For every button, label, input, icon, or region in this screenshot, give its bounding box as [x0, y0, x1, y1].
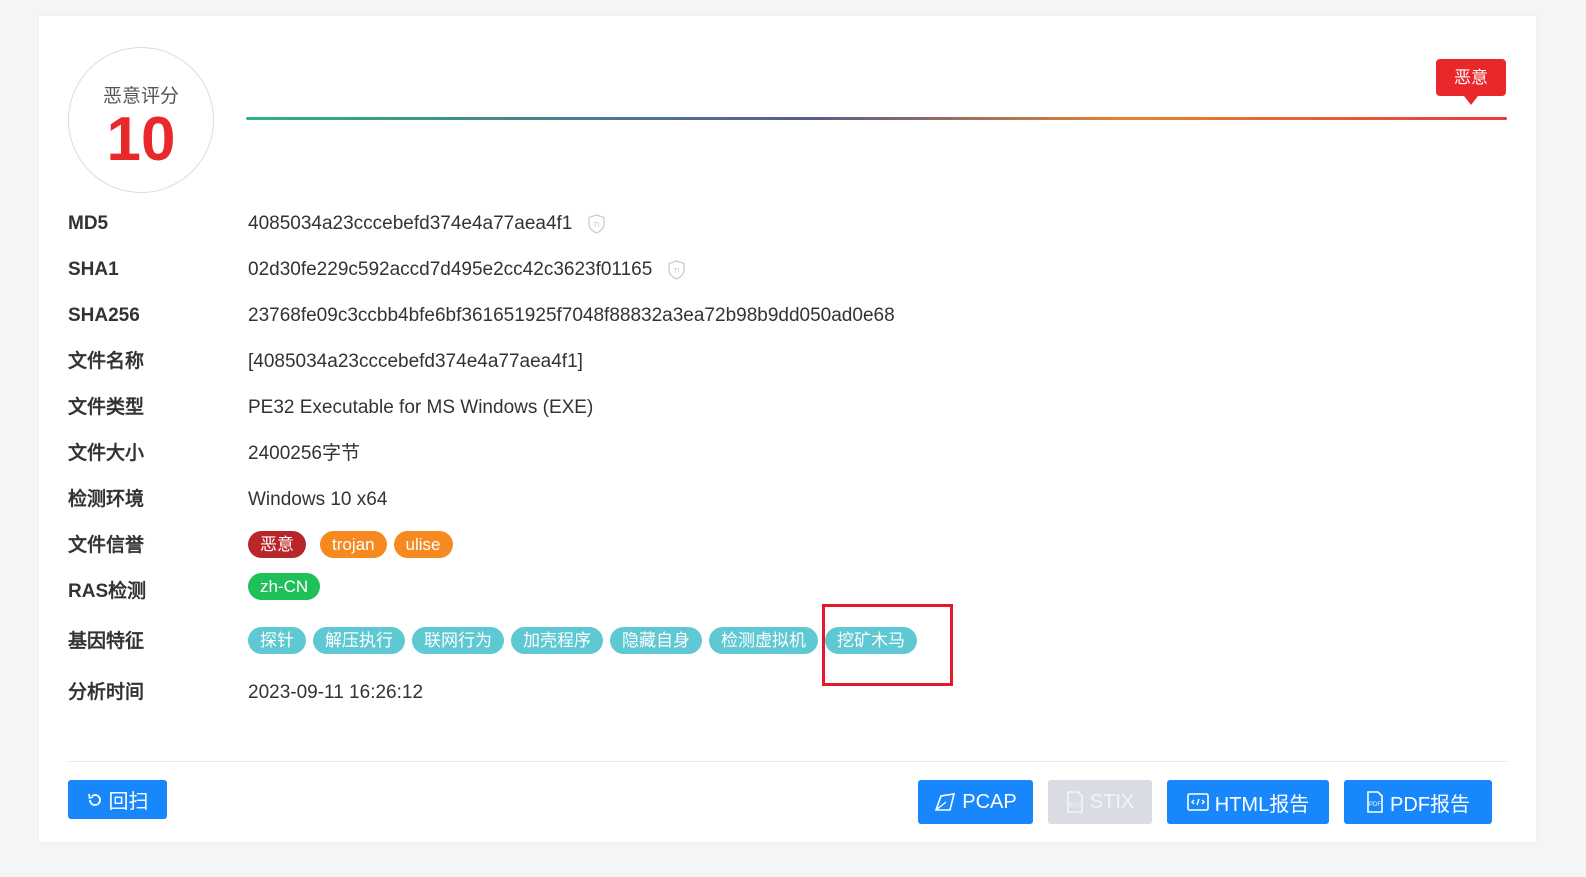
verdict-marker: 恶意	[1436, 59, 1506, 105]
reputation-tag: 恶意	[248, 531, 306, 558]
reputation-tag: trojan	[320, 531, 387, 558]
gene-tag: 解压执行	[313, 627, 405, 654]
analysis-time-key: 分析时间	[68, 682, 145, 703]
filename-key: 文件名称	[68, 351, 145, 372]
stix-button[interactable]: STIX STIX	[1048, 780, 1152, 824]
pdf-report-button[interactable]: PDF PDF报告	[1344, 780, 1492, 824]
reputation-tag: ulise	[393, 531, 453, 558]
md5-value-wrap: 4085034a23cccebefd374e4a77aea4f1 TI	[248, 209, 606, 239]
svg-text:PDF: PDF	[1369, 802, 1381, 808]
reputation-key: 文件信誉	[68, 535, 145, 556]
env-key: 检测环境	[68, 489, 145, 510]
pcap-button[interactable]: PCAP	[918, 780, 1033, 824]
html-file-icon	[1186, 792, 1209, 812]
score-circle: 恶意评分 10	[68, 47, 214, 193]
stix-file-icon: STIX	[1066, 791, 1084, 813]
pdf-report-label: PDF报告	[1390, 793, 1470, 816]
filename-value: [4085034a23cccebefd374e4a77aea4f1]	[248, 351, 583, 372]
ras-key: RAS检测	[68, 581, 147, 602]
env-value: Windows 10 x64	[248, 489, 388, 510]
score-value: 10	[106, 105, 176, 174]
stix-label: STIX	[1089, 790, 1135, 813]
gene-tag: 隐藏自身	[610, 627, 702, 654]
rescan-button[interactable]: 回扫	[68, 780, 167, 819]
divider	[68, 761, 1507, 762]
pcap-icon	[934, 792, 956, 812]
sha1-value-wrap: 02d30fe229c592accd7d495e2cc42c3623f01165…	[248, 255, 685, 285]
reputation-tags: 恶意 trojan ulise	[248, 531, 453, 558]
gene-tag: 加壳程序	[511, 627, 603, 654]
genes-key: 基因特征	[68, 631, 145, 652]
report-card: 恶意评分 10 恶意 MD5 4085034a23cccebefd374e4a7…	[39, 16, 1536, 842]
ti-shield-icon[interactable]: TI	[668, 260, 685, 280]
pcap-label: PCAP	[962, 790, 1017, 813]
pdf-file-icon: PDF	[1366, 791, 1384, 813]
ras-tag: zh-CN	[248, 573, 321, 600]
refresh-icon	[87, 792, 103, 808]
filetype-key: 文件类型	[68, 397, 145, 418]
html-report-label: HTML报告	[1214, 793, 1310, 816]
filetype-value: PE32 Executable for MS Windows (EXE)	[248, 397, 594, 418]
score-label: 恶意评分	[102, 86, 179, 107]
sha256-value: 23768fe09c3ccbb4bfe6bf361651925f7048f888…	[248, 305, 895, 326]
svg-text:TI: TI	[594, 222, 600, 229]
gene-tags: 探针 解压执行 联网行为 加壳程序 隐藏自身 检测虚拟机 挖矿木马	[248, 627, 917, 654]
score-gradient-bar	[246, 117, 1507, 120]
svg-text:TI: TI	[674, 268, 680, 275]
filesize-key: 文件大小	[68, 443, 145, 464]
analysis-time-value: 2023-09-11 16:26:12	[248, 682, 424, 703]
gene-tag: 联网行为	[412, 627, 504, 654]
filesize-value: 2400256字节	[248, 443, 360, 464]
ti-shield-icon[interactable]: TI	[588, 214, 606, 234]
gene-tag: 探针	[248, 627, 306, 654]
gene-tag: 检测虚拟机	[709, 627, 818, 654]
gene-tag: 挖矿木马	[825, 627, 917, 654]
md5-key: MD5	[68, 213, 109, 234]
html-report-button[interactable]: HTML报告	[1167, 780, 1329, 824]
rescan-label: 回扫	[108, 791, 149, 813]
sha256-key: SHA256	[68, 305, 140, 326]
md5-value: 4085034a23cccebefd374e4a77aea4f1	[248, 213, 573, 234]
ras-tags: zh-CN	[248, 573, 321, 600]
sha1-key: SHA1	[68, 259, 119, 280]
sha1-value: 02d30fe229c592accd7d495e2cc42c3623f01165	[248, 259, 653, 280]
svg-text:STIX: STIX	[1068, 803, 1081, 809]
